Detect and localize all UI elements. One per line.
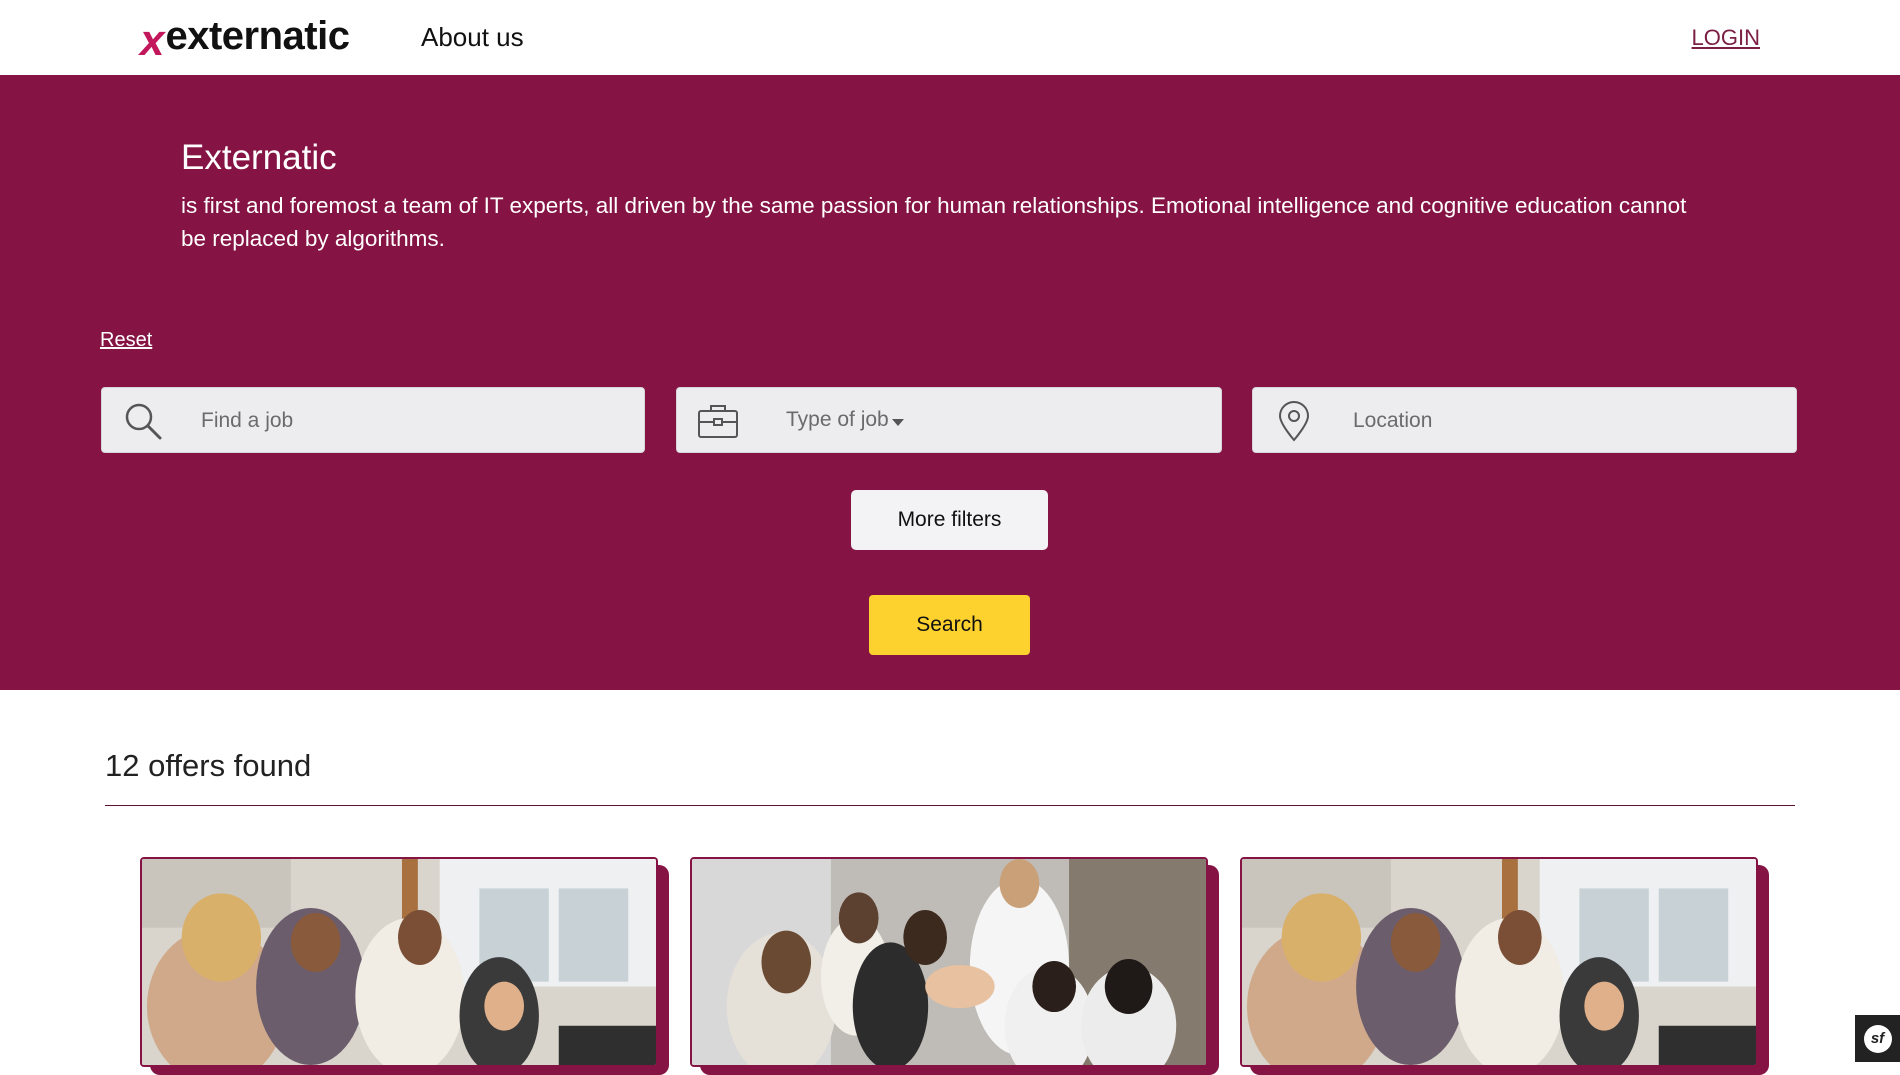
symfony-icon: sf	[1863, 1024, 1892, 1053]
hero-description: is first and foremost a team of IT exper…	[181, 193, 1687, 251]
logo-x-mark: x	[140, 16, 165, 65]
chevron-down-icon	[892, 419, 904, 426]
location-pin-icon	[1273, 400, 1315, 442]
logo-wordmark: externatic	[165, 14, 350, 58]
nav-about-us[interactable]: About us	[421, 22, 524, 53]
results-count: 12 offers found	[105, 748, 312, 783]
job-type-select[interactable]: Type of job	[676, 387, 1222, 453]
team-high-five-photo	[690, 857, 1208, 1067]
find-job-input[interactable]	[199, 388, 583, 454]
logo[interactable]: x externatic	[140, 14, 350, 63]
search-button[interactable]: Search	[869, 595, 1030, 655]
hero-title: Externatic	[181, 138, 337, 177]
find-job-field[interactable]	[101, 387, 645, 454]
debug-toolbar-toggle[interactable]: sf	[1855, 1015, 1900, 1062]
more-filters-button[interactable]: More filters	[851, 490, 1048, 550]
reset-link[interactable]: Reset	[100, 329, 152, 352]
job-offer-card[interactable]	[1240, 857, 1769, 1075]
hero-section: Externatic is first and foremost a team …	[0, 75, 1900, 690]
results-divider	[105, 805, 1795, 806]
job-offer-card[interactable]	[690, 857, 1219, 1075]
briefcase-icon	[697, 400, 739, 442]
location-input[interactable]	[1351, 388, 1735, 454]
job-type-label: Type of job	[786, 408, 889, 431]
job-offer-card[interactable]	[140, 857, 669, 1075]
location-field[interactable]	[1252, 387, 1797, 454]
office-team-photo	[1240, 857, 1758, 1067]
site-header: x externatic About us LOGIN	[0, 0, 1900, 75]
search-icon	[122, 400, 164, 442]
office-team-photo	[140, 857, 658, 1067]
login-link[interactable]: LOGIN	[1692, 25, 1760, 51]
